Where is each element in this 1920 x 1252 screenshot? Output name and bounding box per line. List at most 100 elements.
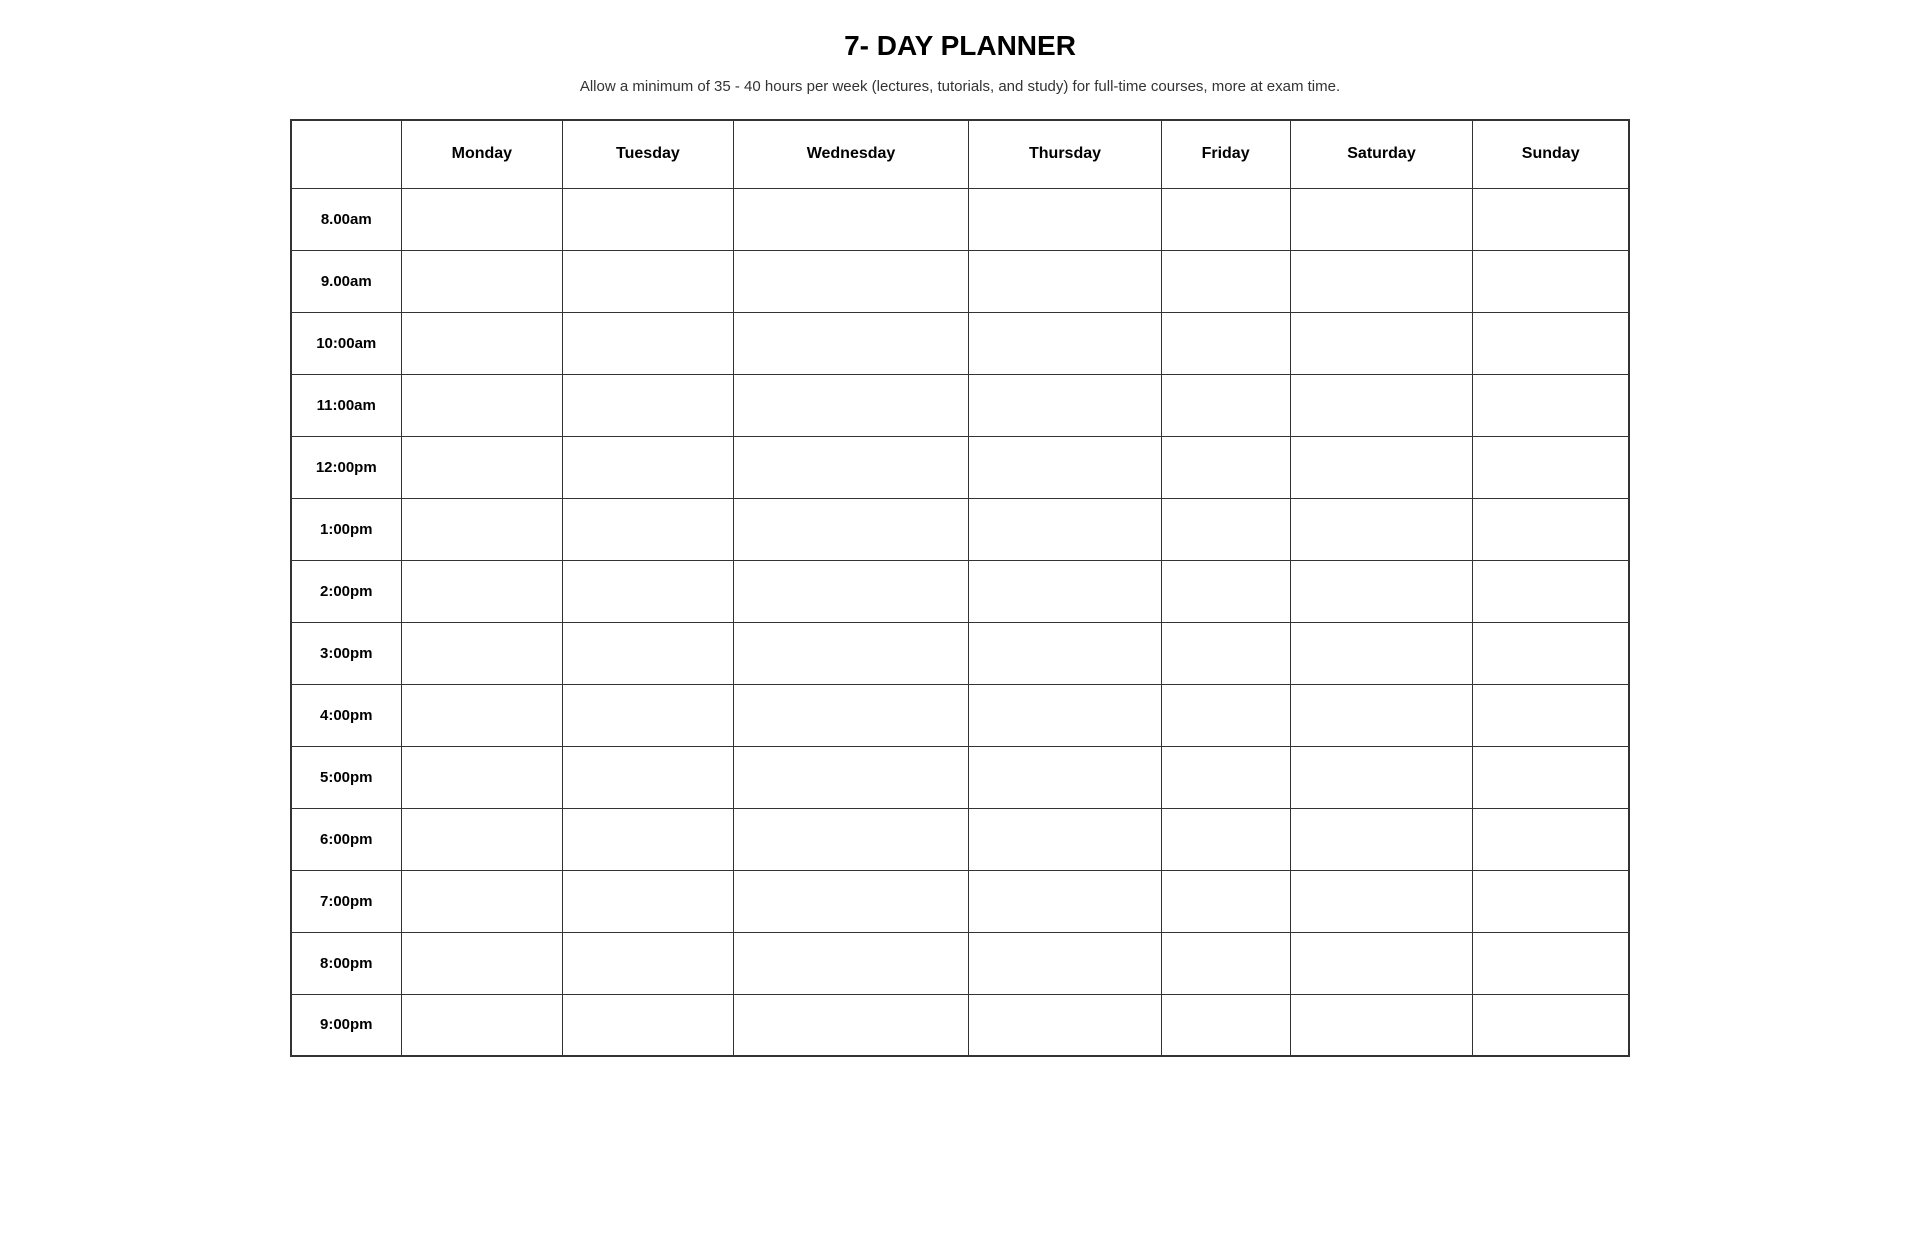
cell-9-0[interactable] [401, 746, 563, 808]
cell-1-3[interactable] [969, 250, 1161, 312]
cell-3-2[interactable] [733, 374, 969, 436]
cell-0-5[interactable] [1290, 188, 1473, 250]
cell-5-6[interactable] [1473, 498, 1629, 560]
cell-3-4[interactable] [1161, 374, 1290, 436]
cell-7-4[interactable] [1161, 622, 1290, 684]
cell-6-4[interactable] [1161, 560, 1290, 622]
cell-8-5[interactable] [1290, 684, 1473, 746]
cell-2-4[interactable] [1161, 312, 1290, 374]
cell-5-1[interactable] [563, 498, 733, 560]
cell-7-1[interactable] [563, 622, 733, 684]
cell-11-2[interactable] [733, 870, 969, 932]
cell-8-6[interactable] [1473, 684, 1629, 746]
cell-10-0[interactable] [401, 808, 563, 870]
cell-13-6[interactable] [1473, 994, 1629, 1056]
cell-0-4[interactable] [1161, 188, 1290, 250]
cell-5-3[interactable] [969, 498, 1161, 560]
cell-12-6[interactable] [1473, 932, 1629, 994]
cell-13-1[interactable] [563, 994, 733, 1056]
cell-3-6[interactable] [1473, 374, 1629, 436]
cell-3-5[interactable] [1290, 374, 1473, 436]
cell-11-1[interactable] [563, 870, 733, 932]
cell-11-5[interactable] [1290, 870, 1473, 932]
cell-8-2[interactable] [733, 684, 969, 746]
cell-7-2[interactable] [733, 622, 969, 684]
cell-9-3[interactable] [969, 746, 1161, 808]
cell-6-3[interactable] [969, 560, 1161, 622]
cell-13-2[interactable] [733, 994, 969, 1056]
cell-2-1[interactable] [563, 312, 733, 374]
cell-10-3[interactable] [969, 808, 1161, 870]
cell-5-2[interactable] [733, 498, 969, 560]
cell-13-4[interactable] [1161, 994, 1290, 1056]
cell-10-4[interactable] [1161, 808, 1290, 870]
cell-13-5[interactable] [1290, 994, 1473, 1056]
cell-5-4[interactable] [1161, 498, 1290, 560]
cell-8-1[interactable] [563, 684, 733, 746]
cell-9-1[interactable] [563, 746, 733, 808]
cell-13-0[interactable] [401, 994, 563, 1056]
cell-7-0[interactable] [401, 622, 563, 684]
cell-11-4[interactable] [1161, 870, 1290, 932]
cell-2-2[interactable] [733, 312, 969, 374]
cell-12-2[interactable] [733, 932, 969, 994]
cell-1-1[interactable] [563, 250, 733, 312]
cell-0-2[interactable] [733, 188, 969, 250]
cell-9-5[interactable] [1290, 746, 1473, 808]
cell-1-6[interactable] [1473, 250, 1629, 312]
cell-10-5[interactable] [1290, 808, 1473, 870]
cell-5-5[interactable] [1290, 498, 1473, 560]
cell-9-6[interactable] [1473, 746, 1629, 808]
cell-4-1[interactable] [563, 436, 733, 498]
cell-10-6[interactable] [1473, 808, 1629, 870]
cell-4-3[interactable] [969, 436, 1161, 498]
cell-11-3[interactable] [969, 870, 1161, 932]
cell-6-2[interactable] [733, 560, 969, 622]
cell-10-2[interactable] [733, 808, 969, 870]
cell-0-6[interactable] [1473, 188, 1629, 250]
cell-1-5[interactable] [1290, 250, 1473, 312]
cell-7-3[interactable] [969, 622, 1161, 684]
cell-9-2[interactable] [733, 746, 969, 808]
cell-12-3[interactable] [969, 932, 1161, 994]
cell-12-1[interactable] [563, 932, 733, 994]
cell-1-2[interactable] [733, 250, 969, 312]
cell-4-0[interactable] [401, 436, 563, 498]
cell-2-0[interactable] [401, 312, 563, 374]
cell-12-5[interactable] [1290, 932, 1473, 994]
cell-9-4[interactable] [1161, 746, 1290, 808]
cell-1-4[interactable] [1161, 250, 1290, 312]
cell-12-4[interactable] [1161, 932, 1290, 994]
cell-2-5[interactable] [1290, 312, 1473, 374]
cell-13-3[interactable] [969, 994, 1161, 1056]
cell-0-3[interactable] [969, 188, 1161, 250]
cell-7-5[interactable] [1290, 622, 1473, 684]
cell-2-6[interactable] [1473, 312, 1629, 374]
cell-10-1[interactable] [563, 808, 733, 870]
cell-11-6[interactable] [1473, 870, 1629, 932]
cell-5-0[interactable] [401, 498, 563, 560]
cell-3-0[interactable] [401, 374, 563, 436]
cell-3-1[interactable] [563, 374, 733, 436]
cell-6-6[interactable] [1473, 560, 1629, 622]
cell-0-1[interactable] [563, 188, 733, 250]
cell-8-3[interactable] [969, 684, 1161, 746]
cell-3-3[interactable] [969, 374, 1161, 436]
cell-4-6[interactable] [1473, 436, 1629, 498]
header-monday: Monday [401, 120, 563, 188]
cell-0-0[interactable] [401, 188, 563, 250]
cell-4-2[interactable] [733, 436, 969, 498]
cell-4-4[interactable] [1161, 436, 1290, 498]
cell-6-1[interactable] [563, 560, 733, 622]
cell-12-0[interactable] [401, 932, 563, 994]
cell-1-0[interactable] [401, 250, 563, 312]
cell-6-5[interactable] [1290, 560, 1473, 622]
cell-8-0[interactable] [401, 684, 563, 746]
cell-6-0[interactable] [401, 560, 563, 622]
cell-11-0[interactable] [401, 870, 563, 932]
time-cell-13: 9:00pm [291, 994, 401, 1056]
cell-8-4[interactable] [1161, 684, 1290, 746]
cell-4-5[interactable] [1290, 436, 1473, 498]
cell-2-3[interactable] [969, 312, 1161, 374]
cell-7-6[interactable] [1473, 622, 1629, 684]
